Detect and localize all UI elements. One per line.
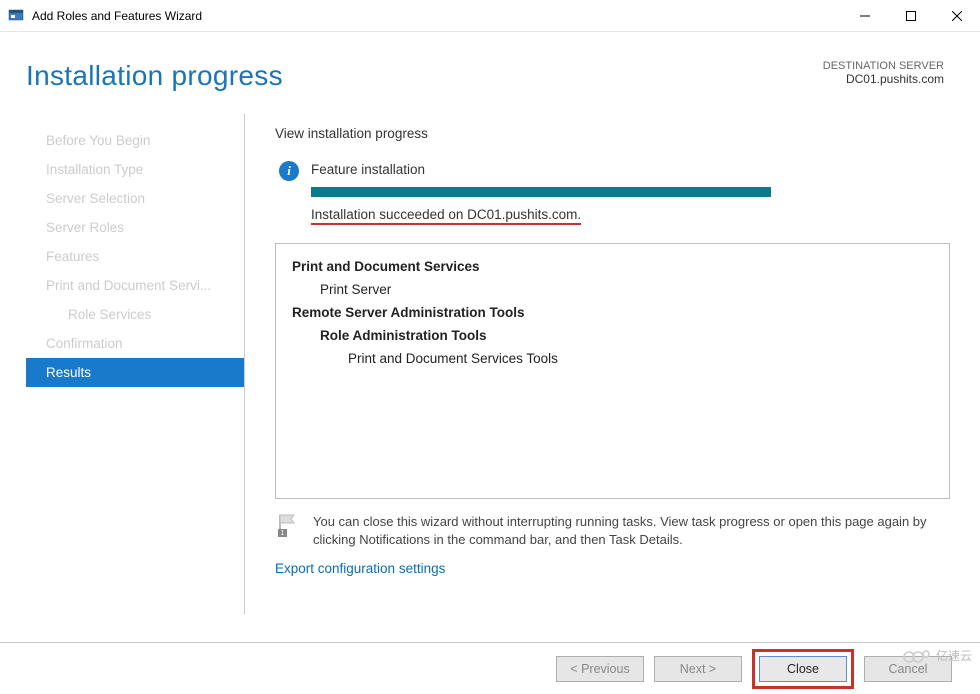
window-controls bbox=[842, 0, 980, 32]
app-icon bbox=[8, 8, 24, 24]
result-group: Remote Server Administration Tools bbox=[292, 302, 933, 325]
status-row: i Feature installation Installation succ… bbox=[275, 161, 950, 225]
next-button: Next > bbox=[654, 656, 742, 682]
sidebar-item-results[interactable]: Results bbox=[26, 358, 244, 387]
result-item: Print and Document Services Tools bbox=[292, 348, 933, 371]
results-box: Print and Document Services Print Server… bbox=[275, 243, 950, 499]
note-text: You can close this wizard without interr… bbox=[313, 513, 950, 549]
sidebar-item-server-selection: Server Selection bbox=[26, 184, 244, 213]
destination-label: DESTINATION SERVER bbox=[823, 60, 944, 72]
close-button[interactable]: Close bbox=[759, 656, 847, 682]
close-highlight: Close bbox=[752, 649, 854, 689]
sidebar-item-server-roles: Server Roles bbox=[26, 213, 244, 242]
info-icon: i bbox=[279, 161, 299, 181]
sidebar-item-installation-type: Installation Type bbox=[26, 155, 244, 184]
previous-button: < Previous bbox=[556, 656, 644, 682]
close-window-button[interactable] bbox=[934, 0, 980, 32]
button-bar: < Previous Next > Close Cancel bbox=[0, 642, 980, 694]
result-item: Print Server bbox=[292, 279, 933, 302]
window-title: Add Roles and Features Wizard bbox=[32, 9, 202, 23]
page-title: Installation progress bbox=[26, 60, 283, 92]
succeed-text: Installation succeeded on DC01.pushits.c… bbox=[311, 207, 581, 225]
sidebar-item-confirmation: Confirmation bbox=[26, 329, 244, 358]
destination-server: DC01.pushits.com bbox=[823, 72, 944, 86]
flag-icon: 1 bbox=[277, 513, 299, 537]
progress-bar bbox=[311, 187, 771, 197]
maximize-button[interactable] bbox=[888, 0, 934, 32]
export-config-link[interactable]: Export configuration settings bbox=[275, 561, 445, 576]
destination-block: DESTINATION SERVER DC01.pushits.com bbox=[823, 60, 944, 86]
svg-text:1: 1 bbox=[281, 530, 285, 537]
title-bar: Add Roles and Features Wizard bbox=[0, 0, 980, 32]
main-panel: View installation progress i Feature ins… bbox=[245, 114, 980, 614]
status-title: Feature installation bbox=[311, 162, 950, 177]
view-heading: View installation progress bbox=[275, 126, 950, 141]
sidebar: Before You Begin Installation Type Serve… bbox=[0, 114, 245, 614]
minimize-button[interactable] bbox=[842, 0, 888, 32]
sidebar-item-before-you-begin: Before You Begin bbox=[26, 126, 244, 155]
cancel-button: Cancel bbox=[864, 656, 952, 682]
sidebar-item-print-document-services: Print and Document Servi... bbox=[26, 271, 244, 300]
body: Before You Begin Installation Type Serve… bbox=[0, 114, 980, 614]
note-row: 1 You can close this wizard without inte… bbox=[275, 513, 950, 549]
result-group: Print and Document Services bbox=[292, 256, 933, 279]
sidebar-item-features: Features bbox=[26, 242, 244, 271]
result-item: Role Administration Tools bbox=[292, 325, 933, 348]
header: Installation progress DESTINATION SERVER… bbox=[0, 32, 980, 92]
sidebar-item-role-services: Role Services bbox=[26, 300, 244, 329]
